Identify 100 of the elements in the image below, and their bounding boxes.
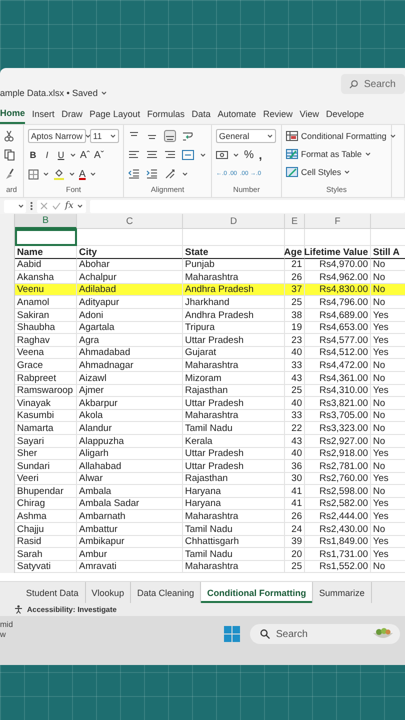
table-cell: 19 <box>285 322 305 334</box>
caret-icon[interactable] <box>233 152 239 158</box>
taskbar-search-field[interactable]: Search <box>250 624 400 644</box>
cell-styles-button[interactable]: Cell Styles <box>286 164 387 180</box>
table-cell: Veeri <box>15 472 77 486</box>
table-cell: Tripura <box>183 322 285 334</box>
table-cell: Rs4,512.00 <box>305 346 371 360</box>
ribbon-tab[interactable]: View <box>300 104 320 124</box>
bold-button[interactable]: B <box>28 150 38 160</box>
shrink-font-button[interactable]: Aˇ <box>94 150 104 160</box>
column-header[interactable]: F <box>305 214 371 229</box>
italic-button[interactable]: I <box>42 150 52 160</box>
font-color-button[interactable]: A <box>79 168 86 180</box>
weather-text[interactable]: w <box>0 630 13 640</box>
table-cell: Adityapur <box>77 296 183 309</box>
currency-icon[interactable] <box>216 150 228 160</box>
caret-icon[interactable] <box>364 151 371 157</box>
ribbon-tab[interactable]: Review <box>263 104 293 124</box>
caret-icon[interactable] <box>110 133 116 139</box>
table-cell: Ahmadabad <box>77 346 183 360</box>
column-header[interactable]: B <box>15 214 77 229</box>
table-cell: Tamil Nadu <box>183 548 285 561</box>
fill-color-icon[interactable] <box>53 168 65 180</box>
weather-text[interactable]: mid <box>0 620 13 630</box>
column-header[interactable]: E <box>285 214 305 229</box>
align-bottom-icon[interactable] <box>164 130 176 142</box>
table-cell: Agra <box>77 334 183 347</box>
windows-start-icon[interactable] <box>224 626 240 642</box>
caret-icon[interactable] <box>18 203 24 209</box>
table-cell: Sher <box>15 448 77 460</box>
insert-function-button[interactable]: fx <box>65 201 74 211</box>
table-cell: Akbarpur <box>77 397 183 410</box>
formula-field[interactable] <box>90 200 405 212</box>
wrap-text-icon[interactable] <box>182 130 194 142</box>
table-cell: No <box>371 397 405 410</box>
table-cell: Kasumbi <box>15 410 77 422</box>
table-cell: Ambala Sadar <box>77 498 183 510</box>
orientation-icon[interactable] <box>164 168 176 180</box>
table-cell: Maharashtra <box>183 510 285 524</box>
grow-font-button[interactable]: Aˆ <box>80 150 90 160</box>
table-cell: Veenu <box>15 284 77 296</box>
caret-icon[interactable] <box>344 169 350 175</box>
table-cell: Yes <box>371 334 405 347</box>
align-right-icon[interactable] <box>164 149 176 161</box>
check-icon[interactable] <box>52 202 61 210</box>
table-cell: Yes <box>371 308 405 322</box>
scissors-icon[interactable] <box>4 130 14 142</box>
caret-icon[interactable] <box>267 133 273 139</box>
sheet-tab[interactable]: Conditional Formatting <box>201 582 314 603</box>
ribbon-tab[interactable]: Draw <box>62 104 83 124</box>
caret-icon[interactable] <box>200 152 206 158</box>
ribbon-tab[interactable]: Formulas <box>147 104 185 124</box>
brush-icon[interactable] <box>4 168 14 180</box>
caret-icon[interactable] <box>100 90 107 96</box>
copy-icon[interactable] <box>4 149 16 161</box>
format-as-table-button[interactable]: Format as Table <box>286 146 387 162</box>
ribbon-tab[interactable]: Automate <box>218 104 256 124</box>
caret-icon[interactable] <box>77 203 84 209</box>
caret-icon[interactable] <box>182 171 188 177</box>
table-cell: Kerala <box>183 434 285 448</box>
merge-center-icon[interactable] <box>182 149 194 161</box>
table-cell: 25 <box>285 296 305 309</box>
table-cell: Alappuzha <box>77 434 183 448</box>
ribbon-tab[interactable]: Page Layout <box>90 104 140 124</box>
align-left-icon[interactable] <box>128 149 140 161</box>
caret-icon[interactable] <box>43 171 49 177</box>
more-icon[interactable] <box>30 201 33 211</box>
caret-icon[interactable] <box>69 171 75 177</box>
ribbon-tab[interactable]: Insert <box>32 104 55 124</box>
table-cell: Uttar Pradesh <box>183 448 285 460</box>
font-size-field[interactable]: 11 <box>90 129 119 143</box>
ribbon-tab[interactable]: Data <box>192 104 211 124</box>
column-header[interactable]: D <box>183 214 285 229</box>
search-field[interactable]: Search <box>341 74 405 94</box>
table-cell: Haryana <box>183 498 285 510</box>
number-format-field[interactable]: General <box>216 129 276 143</box>
ribbon-tab[interactable]: Develope <box>326 104 364 124</box>
caret-icon[interactable] <box>90 171 96 177</box>
caret-icon[interactable] <box>390 133 396 139</box>
borders-icon[interactable] <box>28 168 39 180</box>
table-cell: Chhattisgarh <box>183 536 285 548</box>
percent-button[interactable]: % <box>244 149 254 161</box>
table-cell: No <box>371 485 405 498</box>
table-cell: No <box>371 296 405 309</box>
caret-icon[interactable] <box>70 152 76 158</box>
conditional-formatting-button[interactable]: Conditional Formatting <box>286 128 387 144</box>
file-title[interactable]: ample Data.xlsx • Saved <box>0 88 98 98</box>
accessibility-icon[interactable] <box>14 605 23 614</box>
salad-bowl-icon <box>372 627 394 641</box>
selected-cell[interactable] <box>15 229 77 246</box>
search-icon <box>349 80 358 88</box>
underline-button[interactable]: U <box>56 150 66 160</box>
increase-indent-icon[interactable] <box>146 168 158 180</box>
table-cell: Rajasthan <box>183 472 285 486</box>
align-center-icon[interactable] <box>146 149 158 161</box>
column-header[interactable]: C <box>77 214 183 229</box>
table-cell: Grace <box>15 359 77 372</box>
comma-style-button[interactable]: , <box>258 148 262 162</box>
decrease-indent-icon[interactable] <box>128 168 140 180</box>
caret-icon[interactable] <box>84 133 90 139</box>
